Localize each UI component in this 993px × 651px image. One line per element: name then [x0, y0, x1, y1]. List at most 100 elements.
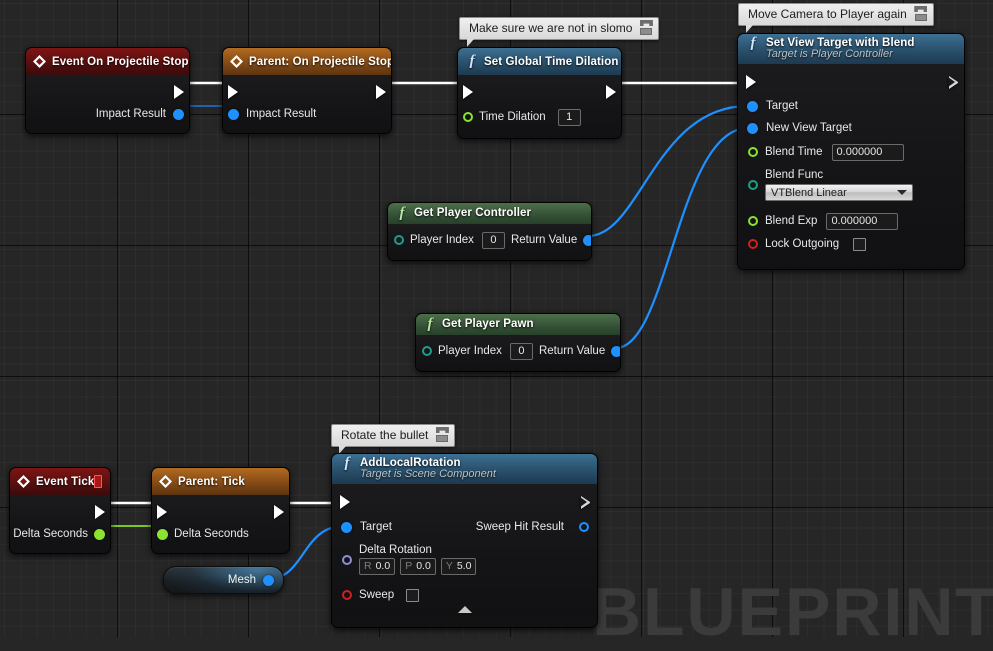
exec-in-pin[interactable]	[157, 505, 167, 519]
exec-out-pin[interactable]	[606, 85, 616, 99]
delta-rotation-yaw-input[interactable]: Y 5.0	[440, 558, 477, 575]
blend-exp-input[interactable]: 0.000000	[826, 212, 899, 230]
node-header: f Get Player Pawn	[416, 314, 620, 335]
new-view-target-in-pin[interactable]	[747, 122, 758, 134]
pin-row-player-index[interactable]: Player Index 0 Return Value	[416, 340, 620, 362]
pin-row-blend-func[interactable]: Blend Func VTBlend Linear	[738, 166, 964, 203]
pin-label: Delta Seconds	[174, 528, 249, 540]
node-parent-tick[interactable]: Parent: Tick Delta Seconds	[151, 467, 290, 554]
node-event-on-projectile-stop[interactable]: Event On Projectile Stop Impact Result	[25, 47, 190, 134]
exec-out-pin[interactable]	[174, 85, 184, 99]
exec-out-pin[interactable]	[948, 75, 958, 89]
node-title: Event Tick	[36, 475, 95, 488]
lock-outgoing-checkbox[interactable]	[853, 237, 867, 251]
pin-label: Sweep	[359, 589, 395, 601]
mesh-label: Mesh	[227, 574, 256, 586]
pin-comment-icon	[434, 427, 450, 447]
pin-row-time-dilation[interactable]: Time Dilation 1	[458, 106, 621, 128]
player-index-input[interactable]: 0	[481, 231, 505, 249]
delta-rotation-roll-input[interactable]: R 0.0	[359, 558, 396, 575]
pin-row-exec[interactable]	[152, 501, 289, 523]
node-header: f Set Global Time Dilation	[458, 48, 621, 75]
target-in-pin[interactable]	[747, 100, 758, 112]
blueprint-watermark: BLUEPRINT	[591, 574, 993, 650]
time-dilation-in-pin[interactable]	[463, 112, 473, 122]
node-event-tick[interactable]: Event Tick Delta Seconds	[9, 467, 111, 554]
delta-seconds-in-pin[interactable]	[157, 528, 168, 540]
pin-row-target[interactable]: Target	[738, 95, 964, 117]
pin-row-delta-seconds[interactable]: Delta Seconds	[10, 523, 110, 545]
axis-label: R	[364, 560, 372, 572]
pin-row-exec[interactable]	[332, 491, 597, 513]
pin-row-exec-out[interactable]	[10, 501, 110, 523]
pin-label: Sweep Hit Result	[475, 521, 564, 533]
pin-row-exec[interactable]	[223, 81, 391, 103]
pin-row-target[interactable]: Target Sweep Hit Result	[332, 516, 597, 538]
function-f-icon: f	[427, 315, 433, 332]
sweep-checkbox[interactable]	[406, 588, 420, 602]
pin-row-delta-seconds[interactable]: Delta Seconds	[152, 523, 289, 545]
blend-func-in-pin[interactable]	[748, 180, 758, 190]
exec-in-pin[interactable]	[463, 85, 473, 99]
exec-in-pin[interactable]	[746, 75, 756, 89]
pin-row-delta-rotation[interactable]: Delta Rotation R 0.0 P 0.0 Y 5.0	[332, 541, 597, 577]
node-parent-on-projectile-stop[interactable]: Parent: On Projectile Stop Impact Result	[222, 47, 392, 134]
comment-bubble-slomo[interactable]: Make sure we are not in slomo	[459, 17, 660, 47]
sweep-in-pin[interactable]	[342, 590, 352, 600]
exec-out-pin[interactable]	[376, 85, 386, 99]
return-value-out-pin[interactable]	[583, 234, 591, 246]
pin-row-blend-time[interactable]: Blend Time 0.000000	[738, 141, 964, 163]
target-in-pin[interactable]	[341, 521, 352, 533]
pin-label: Lock Outgoing	[765, 238, 840, 250]
lock-outgoing-in-pin[interactable]	[748, 239, 758, 249]
exec-in-pin[interactable]	[340, 495, 350, 509]
pin-row-exec-out[interactable]	[26, 81, 189, 103]
blend-func-dropdown[interactable]: VTBlend Linear	[765, 184, 913, 201]
node-mesh-variable[interactable]: Mesh	[163, 566, 284, 594]
pin-row-exec[interactable]	[458, 81, 621, 103]
node-set-global-time-dilation[interactable]: f Set Global Time Dilation Time Dilation…	[457, 47, 622, 139]
blend-time-input[interactable]: 0.000000	[831, 143, 904, 161]
comment-text: Move Camera to Player again	[748, 7, 907, 21]
node-header: Event Tick	[10, 468, 110, 495]
pin-label: Blend Time	[765, 146, 823, 158]
exec-out-pin[interactable]	[95, 505, 105, 519]
pin-row-player-index[interactable]: Player Index 0 Return Value	[388, 229, 591, 251]
comment-bubble-rotate[interactable]: Rotate the bullet	[331, 424, 456, 454]
blend-exp-in-pin[interactable]	[748, 216, 758, 226]
pin-row-blend-exp[interactable]: Blend Exp 0.000000	[738, 210, 964, 232]
delta-rotation-in-pin[interactable]	[342, 555, 352, 565]
impact-result-out-pin[interactable]	[173, 108, 184, 120]
exec-in-pin[interactable]	[228, 85, 238, 99]
pin-row-impact-result[interactable]: Impact Result	[26, 103, 189, 125]
event-diamond-icon	[17, 475, 30, 488]
player-index-input[interactable]: 0	[509, 342, 533, 360]
exec-out-pin[interactable]	[274, 505, 284, 519]
sweep-hit-result-out-pin[interactable]	[579, 522, 589, 532]
collapse-node-chevron-up-icon[interactable]	[457, 606, 472, 613]
node-add-local-rotation[interactable]: f AddLocalRotation Target is Scene Compo…	[331, 453, 598, 628]
pin-label: Time Dilation	[479, 111, 546, 123]
player-index-in-pin[interactable]	[422, 346, 432, 356]
pin-row-lock-outgoing[interactable]: Lock Outgoing	[738, 233, 964, 255]
comment-bubble-camera[interactable]: Move Camera to Player again	[738, 3, 934, 33]
impact-result-in-pin[interactable]	[228, 108, 239, 120]
return-value-out-pin[interactable]	[611, 345, 620, 357]
pin-comment-icon	[913, 6, 929, 26]
node-set-view-target-with-blend[interactable]: f Set View Target with Blend Target is P…	[737, 33, 965, 270]
delta-seconds-out-pin[interactable]	[94, 528, 105, 540]
time-dilation-input[interactable]: 1	[557, 108, 581, 126]
pin-row-sweep[interactable]: Sweep	[332, 584, 597, 606]
player-index-in-pin[interactable]	[394, 235, 404, 245]
pin-label: Player Index	[438, 345, 502, 357]
pin-row-impact-result[interactable]: Impact Result	[223, 103, 391, 125]
blend-time-in-pin[interactable]	[748, 147, 758, 157]
exec-out-pin[interactable]	[580, 495, 590, 509]
node-subtitle: Target is Player Controller	[766, 48, 893, 60]
node-get-player-controller[interactable]: f Get Player Controller Player Index 0 R…	[387, 202, 592, 261]
pin-row-exec[interactable]	[738, 71, 964, 93]
delta-rotation-pitch-input[interactable]: P 0.0	[400, 558, 436, 575]
pin-row-new-view-target[interactable]: New View Target	[738, 117, 964, 139]
node-get-player-pawn[interactable]: f Get Player Pawn Player Index 0 Return …	[415, 313, 621, 372]
mesh-out-pin[interactable]	[263, 574, 274, 586]
